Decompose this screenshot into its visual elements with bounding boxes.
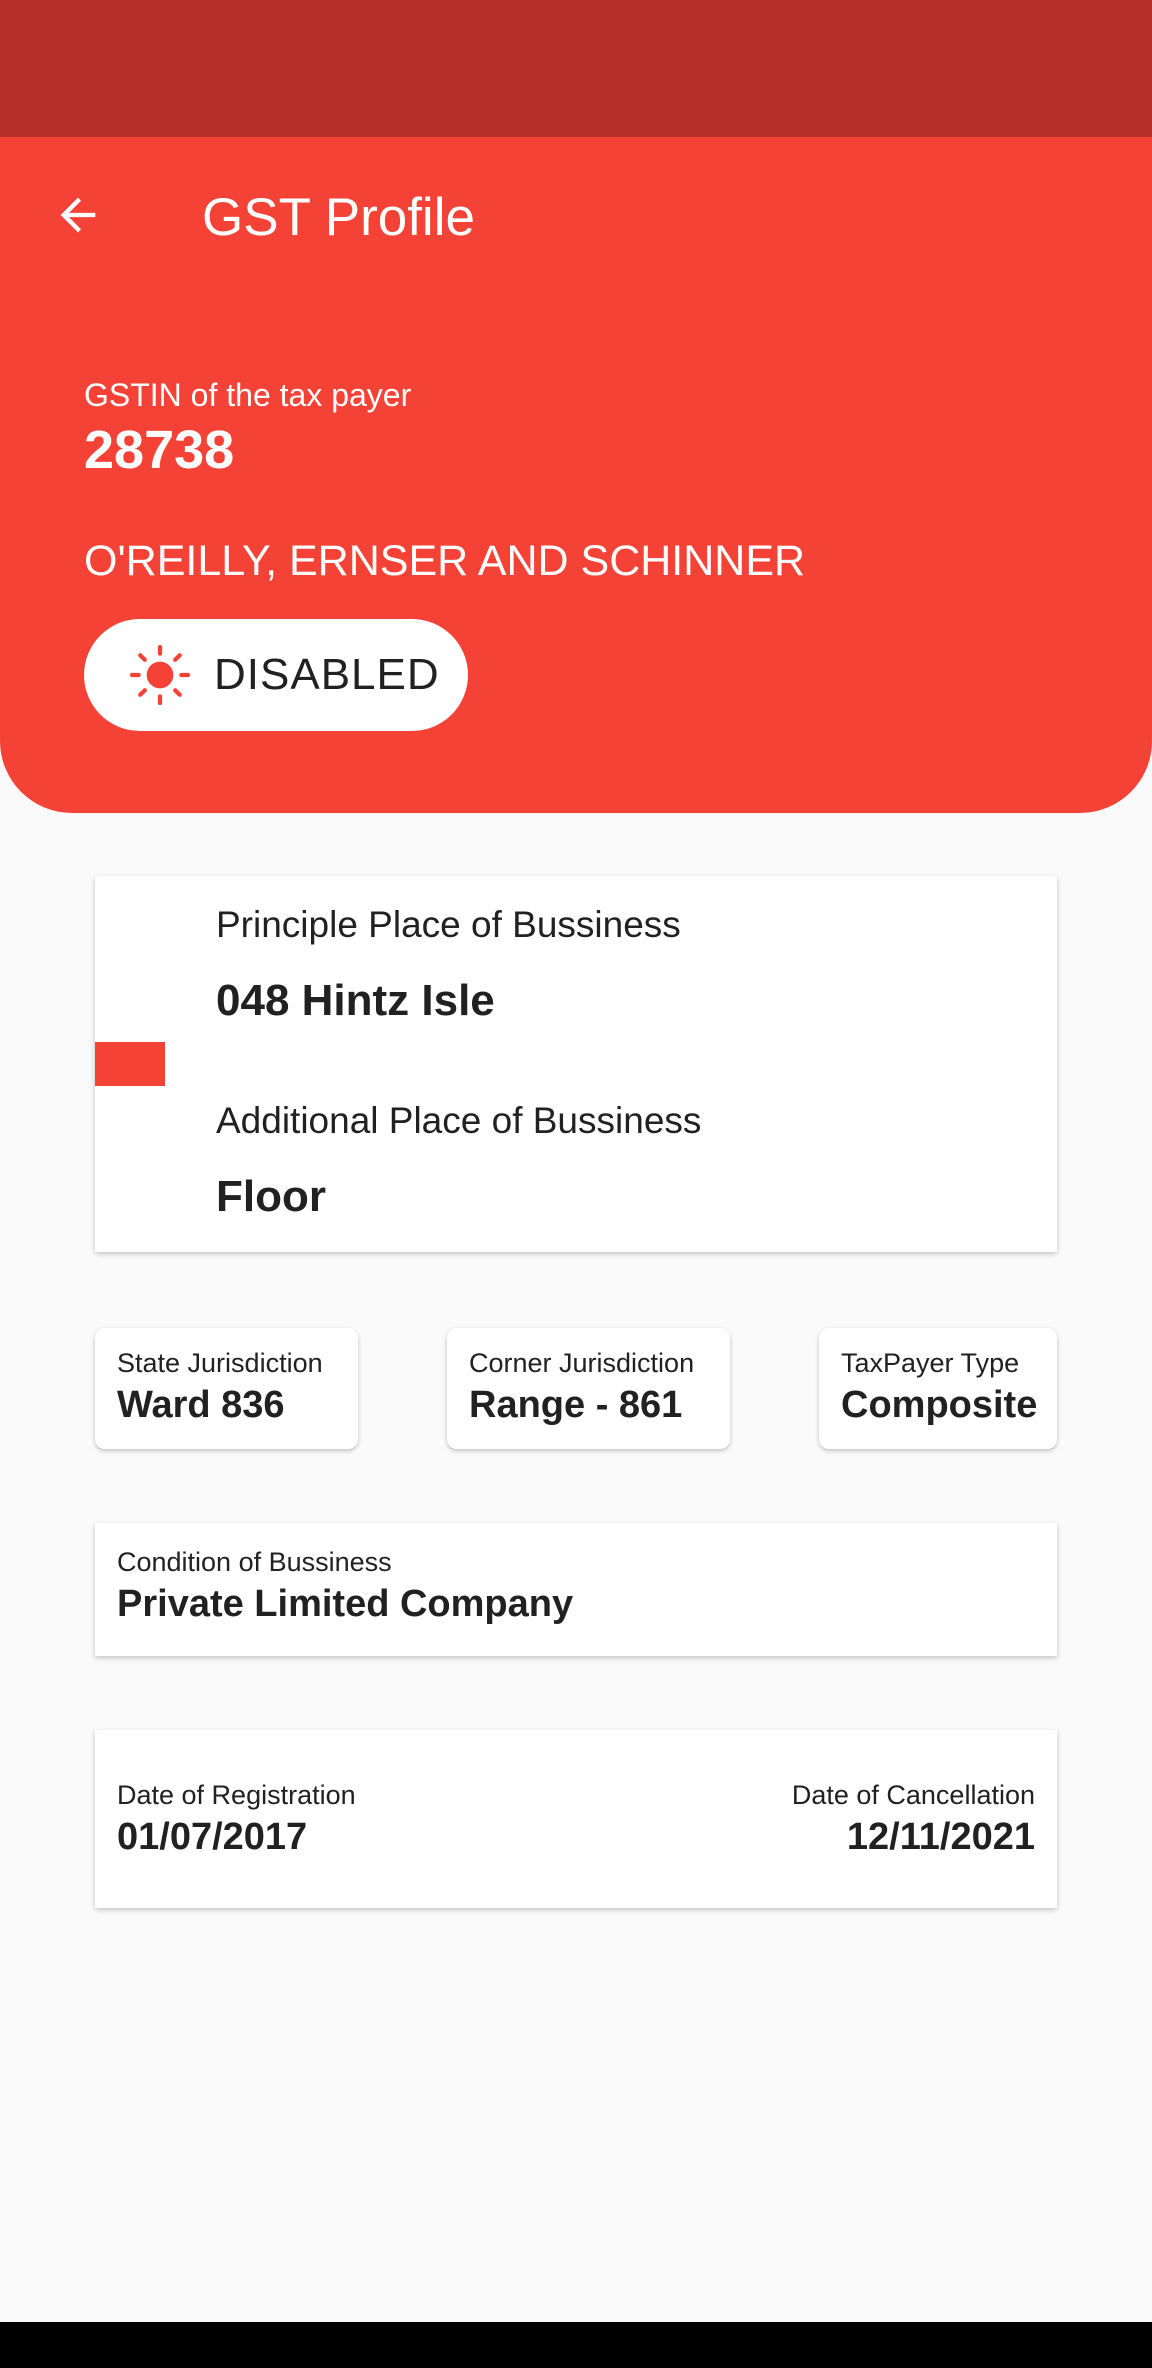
- state-jurisdiction-label: State Jurisdiction: [117, 1348, 323, 1378]
- status-bar: [0, 0, 1152, 137]
- system-navigation-bar: [0, 2322, 1152, 2368]
- back-button[interactable]: [40, 177, 116, 253]
- company-name: O'REILLY, ERNSER AND SCHINNER: [84, 537, 806, 585]
- registration-date-label: Date of Registration: [117, 1780, 356, 1810]
- corner-jurisdiction-value: Range - 861: [469, 1384, 683, 1426]
- dates-card: Date of Registration 01/07/2017 Date of …: [95, 1730, 1057, 1908]
- accent-marker: [95, 1042, 165, 1086]
- condition-card: Condition of Bussiness Private Limited C…: [95, 1523, 1057, 1656]
- profile-header: GST Profile GSTIN of the tax payer 28738…: [0, 137, 1152, 813]
- taxpayer-type-value: Composite: [841, 1384, 1038, 1426]
- cancellation-date-value: 12/11/2021: [846, 1816, 1035, 1858]
- gstin-value: 28738: [84, 420, 235, 480]
- additional-place-value: Floor: [216, 1172, 326, 1221]
- state-jurisdiction-value: Ward 836: [117, 1384, 285, 1426]
- additional-place-label: Additional Place of Bussiness: [216, 1100, 702, 1141]
- registration-date-value: 01/07/2017: [117, 1816, 308, 1858]
- taxpayer-type-card: TaxPayer Type Composite: [819, 1328, 1057, 1449]
- arrow-back-icon: [60, 197, 96, 233]
- corner-jurisdiction-card: Corner Jurisdiction Range - 861: [447, 1328, 730, 1449]
- state-jurisdiction-card: State Jurisdiction Ward 836: [95, 1328, 358, 1449]
- taxpayer-type-label: TaxPayer Type: [841, 1348, 1020, 1378]
- condition-label: Condition of Bussiness: [117, 1547, 392, 1577]
- condition-value: Private Limited Company: [117, 1583, 574, 1625]
- cancellation-date-label: Date of Cancellation: [791, 1780, 1035, 1810]
- principle-place-value: 048 Hintz Isle: [216, 976, 495, 1025]
- principle-place-label: Principle Place of Bussiness: [216, 904, 681, 945]
- page-title: GST Profile: [202, 188, 475, 247]
- sun-icon: [129, 644, 191, 706]
- status-badge: DISABLED: [84, 619, 468, 731]
- place-of-business-card: Principle Place of Bussiness 048 Hintz I…: [95, 876, 1057, 1252]
- status-label: DISABLED: [214, 650, 440, 699]
- gstin-label: GSTIN of the tax payer: [84, 377, 412, 413]
- corner-jurisdiction-label: Corner Jurisdiction: [469, 1348, 695, 1378]
